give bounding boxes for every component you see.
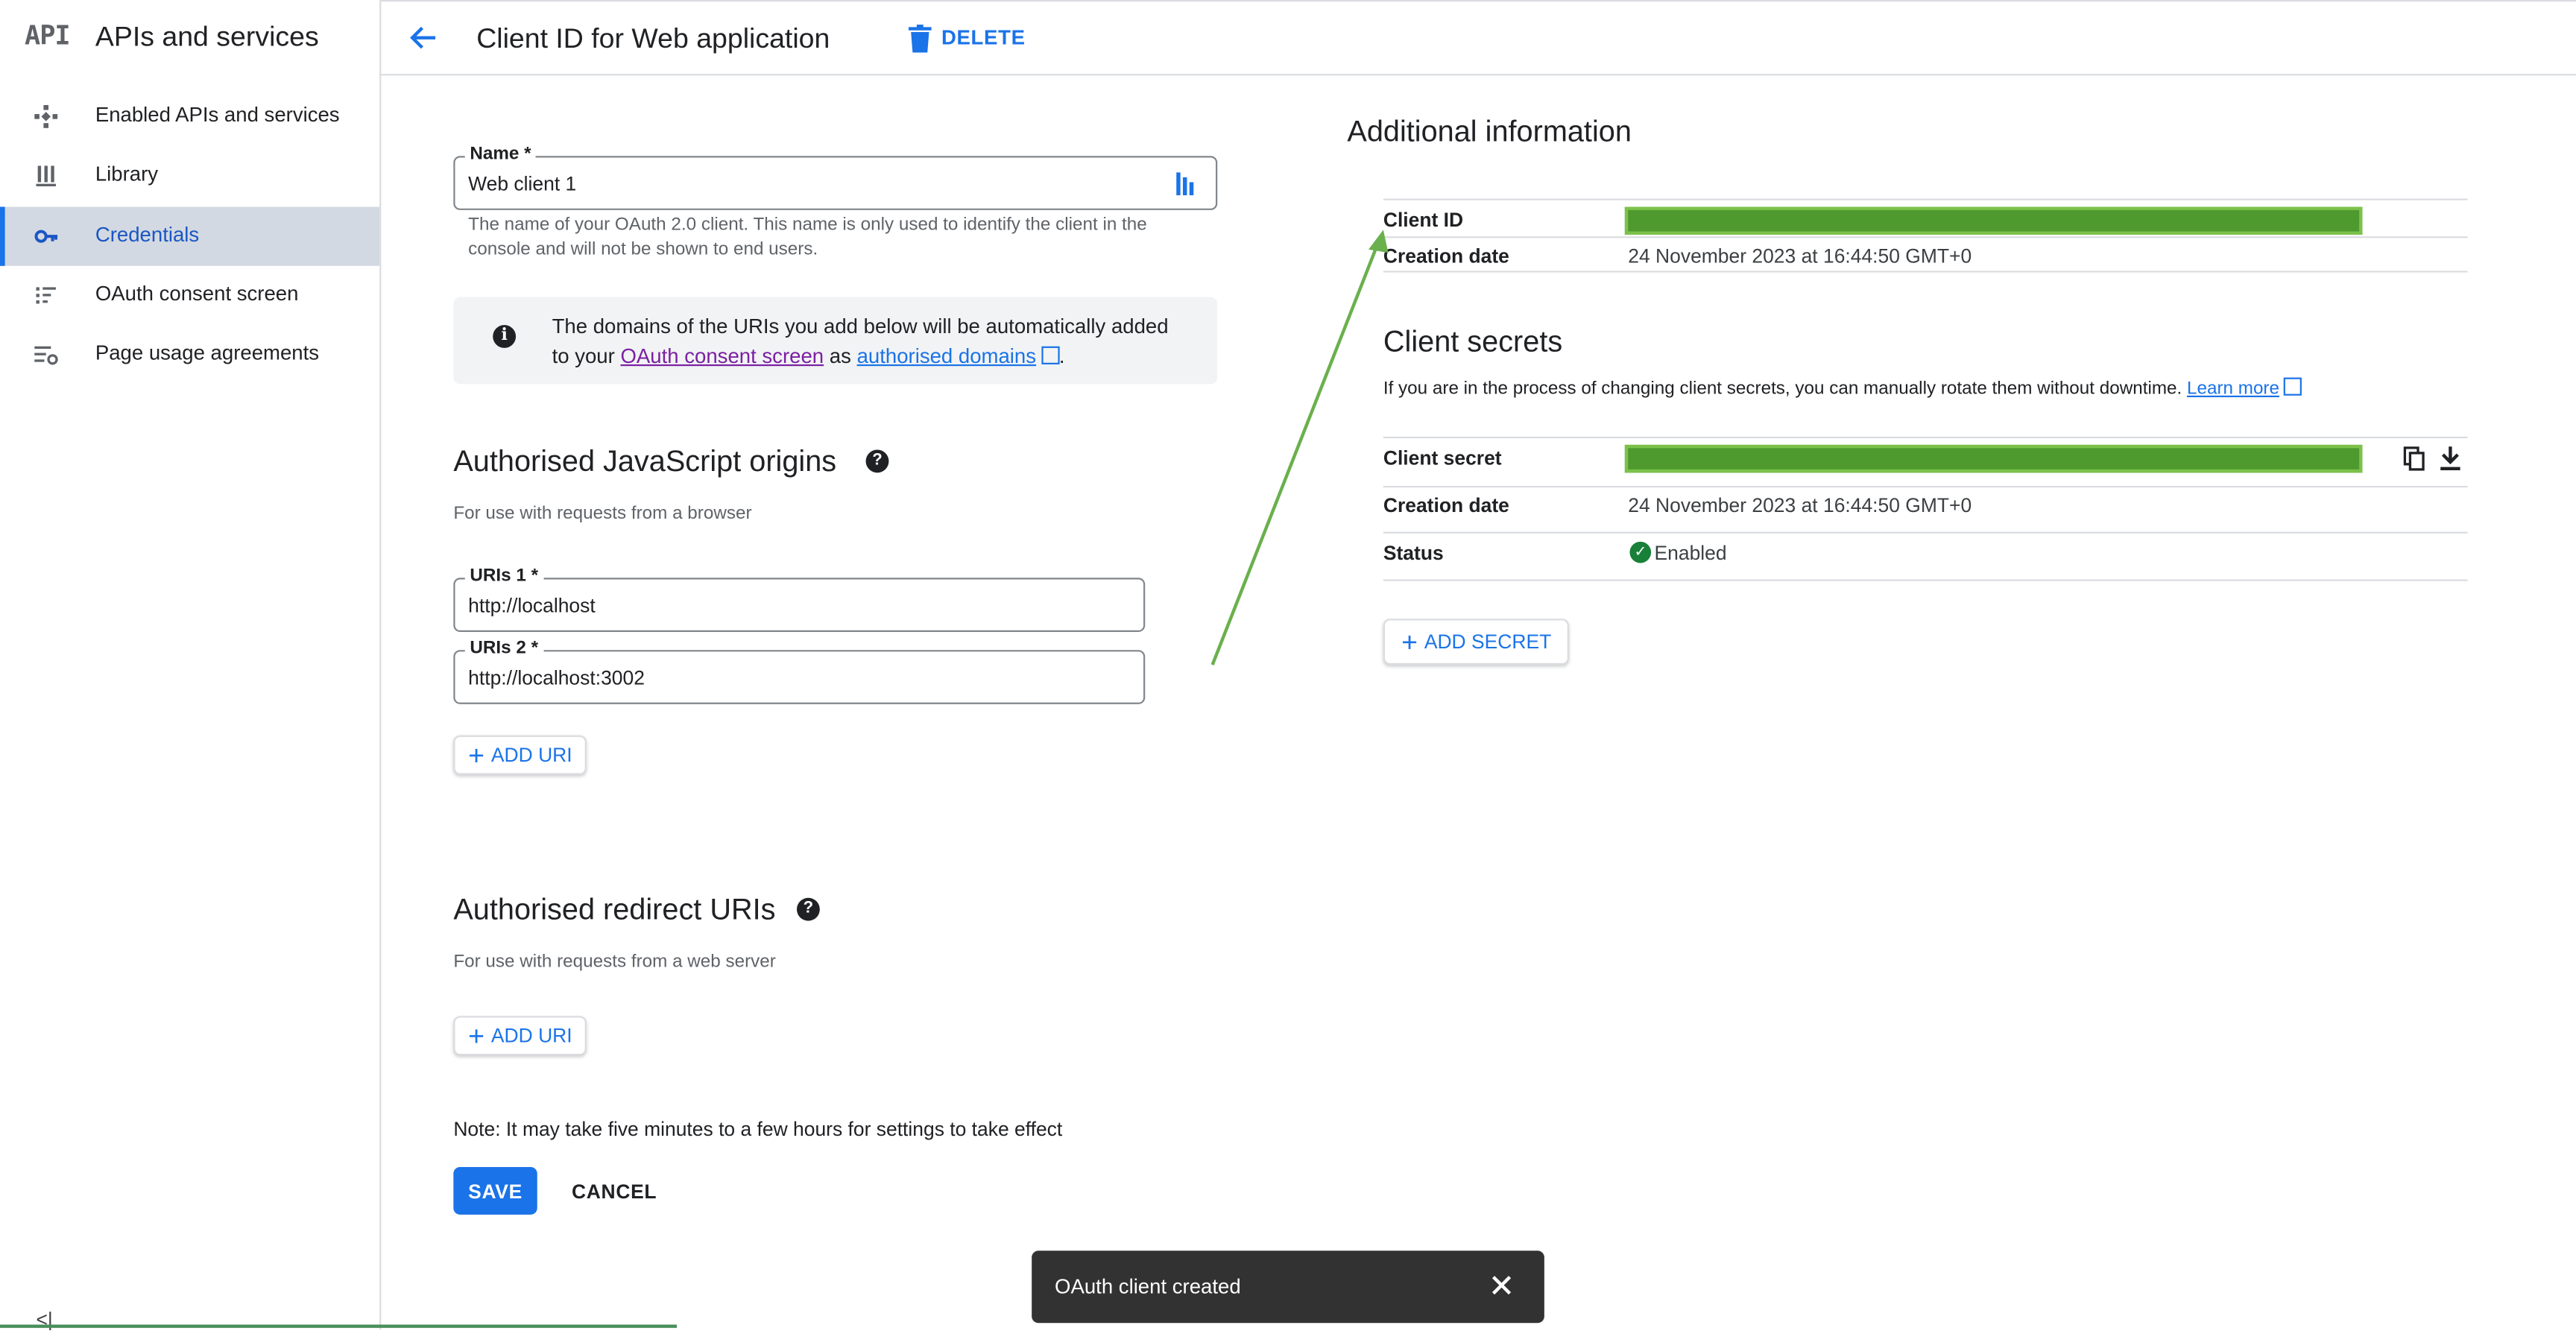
info-text-after: . — [1058, 344, 1065, 368]
add-secret-label: ADD SECRET — [1424, 630, 1552, 654]
info-text: The domains of the URIs you add below wi… — [552, 312, 1177, 370]
close-icon[interactable] — [1483, 1267, 1519, 1303]
key-icon — [34, 230, 58, 243]
name-field-label: Name * — [464, 144, 537, 165]
page-title: Client ID for Web application — [476, 22, 830, 54]
sidebar-item-label: Library — [95, 162, 159, 186]
js-origins-subtitle: For use with requests from a browser — [453, 504, 752, 524]
password-manager-icon[interactable] — [1176, 172, 1196, 196]
sidebar-item-label: Page usage agreements — [95, 341, 320, 364]
additional-info-title: Additional information — [1347, 115, 1632, 148]
add-secret-button[interactable]: + ADD SECRET — [1383, 619, 1570, 666]
add-uri-label: ADD URI — [490, 1024, 572, 1048]
oauth-consent-screen-link[interactable]: OAuth consent screen — [620, 345, 824, 368]
creation-date-label: Creation date — [1383, 244, 1509, 268]
name-field-value: Web client 1 — [468, 172, 577, 196]
row-divider — [1383, 579, 2468, 581]
uri-2-value: http://localhost:3002 — [468, 666, 645, 690]
uri-2-field[interactable]: URIs 2 * http://localhost:3002 — [453, 638, 1146, 704]
consent-screen-icon — [36, 287, 56, 304]
uri-2-label: URIs 2 * — [464, 638, 543, 659]
row-divider — [1383, 236, 2468, 238]
row-divider — [1383, 531, 2468, 534]
help-icon[interactable]: ? — [865, 449, 889, 473]
name-hint: The name of your OAuth 2.0 client. This … — [468, 215, 1147, 259]
client-secret-redacted — [1624, 444, 2363, 473]
uri-1-label: URIs 1 * — [464, 566, 543, 587]
secret-creation-date-label: Creation date — [1383, 493, 1509, 517]
plus-icon: + — [468, 739, 485, 771]
client-secrets-description: If you are in the process of changing cl… — [1383, 376, 2302, 399]
download-icon[interactable] — [2440, 446, 2461, 471]
redirect-uris-subtitle: For use with requests from a web server — [453, 952, 776, 972]
api-logo: API — [25, 19, 71, 51]
sidebar-item-page-usage[interactable]: Page usage agreements — [0, 325, 379, 384]
add-redirect-uri-button[interactable]: + ADD URI — [453, 1016, 587, 1056]
name-field[interactable]: Name * Web client 1 — [453, 144, 1218, 210]
sidebar-item-label: OAuth consent screen — [95, 282, 299, 306]
sidebar-item-credentials[interactable]: Credentials — [0, 206, 380, 266]
sidebar-item-library[interactable]: Library — [0, 146, 379, 205]
secret-creation-date-value: 24 November 2023 at 16:44:50 GMT+0 — [1628, 493, 1972, 517]
plus-icon: + — [1401, 626, 1418, 658]
usage-agreements-icon — [34, 346, 58, 365]
add-uri-label: ADD URI — [490, 743, 572, 767]
row-divider — [1383, 436, 2468, 439]
help-icon[interactable]: ? — [796, 897, 820, 921]
status-value: Enabled — [1654, 541, 1727, 565]
sidebar-title: APIs and services — [95, 21, 319, 53]
bottom-edge-bar — [0, 1324, 678, 1328]
client-id-redacted — [1624, 206, 2363, 235]
trash-icon — [908, 23, 932, 52]
header-divider — [381, 74, 2576, 76]
row-divider — [1383, 271, 2468, 273]
settings-note: Note: It may take five minutes to a few … — [453, 1117, 1063, 1141]
uri-1-field[interactable]: URIs 1 * http://localhost — [453, 566, 1146, 632]
snackbar-text: OAuth client created — [1055, 1275, 1241, 1299]
js-origins-title: Authorised JavaScript origins — [453, 444, 837, 478]
uri-1-value: http://localhost — [468, 594, 596, 618]
client-secret-label: Client secret — [1383, 446, 1502, 470]
add-js-uri-button[interactable]: + ADD URI — [453, 735, 587, 775]
authorised-domains-link[interactable]: authorised domains — [857, 345, 1036, 368]
external-link-icon — [1041, 346, 1059, 364]
sidebar-item-label: Enabled APIs and services — [95, 103, 340, 127]
creation-date-value: 24 November 2023 at 16:44:50 GMT+0 — [1628, 244, 1972, 268]
save-button[interactable]: SAVE — [453, 1166, 537, 1215]
row-divider — [1383, 198, 2468, 200]
info-text-mid: as — [829, 344, 851, 368]
top-border — [0, 0, 2576, 2]
check-circle-icon: ✓ — [1629, 541, 1652, 563]
delete-button[interactable]: DELETE — [908, 22, 1026, 54]
redirect-uris-title: Authorised redirect URIs — [453, 893, 776, 926]
client-secrets-title: Client secrets — [1383, 325, 1563, 358]
client-secrets-description-text: If you are in the process of changing cl… — [1383, 379, 2182, 399]
info-icon: i — [493, 325, 517, 348]
sidebar-item-label: Credentials — [95, 223, 200, 247]
plus-icon: + — [468, 1019, 485, 1052]
cancel-button[interactable]: CANCEL — [572, 1180, 657, 1204]
delete-label: DELETE — [941, 26, 1026, 50]
back-arrow-icon[interactable] — [408, 22, 441, 54]
library-icon — [36, 165, 56, 186]
sidebar-item-oauth-consent[interactable]: OAuth consent screen — [0, 266, 379, 325]
enabled-apis-icon — [34, 104, 58, 128]
sidebar-item-enabled-apis[interactable]: Enabled APIs and services — [0, 87, 379, 146]
learn-more-link[interactable]: Learn more — [2187, 379, 2279, 399]
row-divider — [1383, 485, 2468, 488]
external-link-icon — [2284, 377, 2302, 396]
copy-icon[interactable] — [2403, 446, 2425, 471]
sidebar: API APIs and services Enabled APIs and s… — [0, 0, 382, 1331]
annotation-arrow — [1210, 230, 1389, 666]
